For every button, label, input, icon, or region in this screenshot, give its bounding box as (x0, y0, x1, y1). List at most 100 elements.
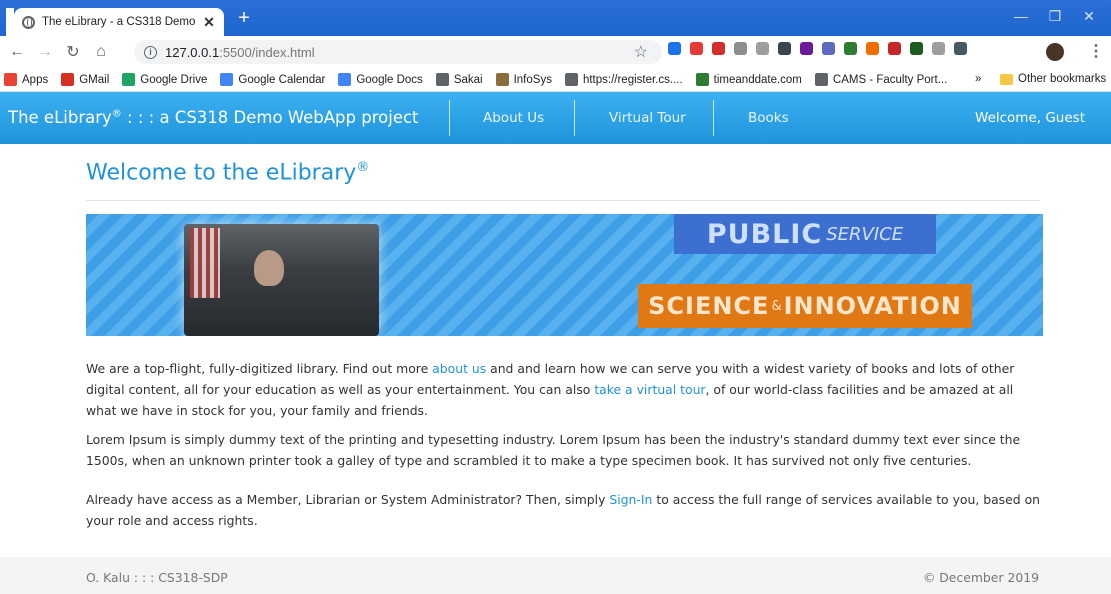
bookmark-item[interactable]: https://register.cs.... (564, 73, 683, 86)
nav-virtual-tour[interactable]: Virtual Tour (609, 110, 686, 126)
title-divider (86, 200, 1040, 201)
url-path: :5500/index.html (219, 44, 315, 60)
calendar-icon (220, 73, 234, 86)
hero-banner: PUBLIC SERVICE SCIENCE & INNOVATION (86, 214, 1043, 336)
extension-icon[interactable] (800, 42, 813, 55)
bookmark-label: InfoSys (513, 73, 552, 86)
extension-icon[interactable] (954, 42, 967, 55)
globe-icon (564, 73, 578, 86)
ampersand-text: & (771, 298, 782, 314)
registered-mark: ® (356, 160, 370, 175)
drive-icon (122, 73, 136, 86)
browser-toolbar: ← → ↻ ⌂ i 127.0.0.1 :5500/index.html ☆ ⋮ (0, 36, 1111, 68)
tab-edge (6, 8, 14, 36)
extension-icon[interactable] (910, 42, 923, 55)
new-tab-button[interactable]: + (234, 8, 254, 28)
browser-titlebar: The eLibrary - a CS318 Demo We ✕ + — ❐ ✕ (0, 0, 1111, 36)
extension-icon[interactable] (668, 42, 681, 55)
bookmark-item[interactable]: Google Docs (338, 73, 423, 86)
lorem-paragraph: Lorem Ipsum is simply dummy text of the … (86, 432, 1021, 468)
extension-icon[interactable] (712, 42, 725, 55)
apps-grid-icon (4, 73, 17, 86)
brand-name: The eLibrary (8, 108, 112, 127)
bookmark-label: Apps (22, 73, 49, 86)
bookmarks-overflow-button[interactable]: » (975, 73, 981, 85)
virtual-tour-link[interactable]: take a virtual tour (594, 382, 705, 397)
bookmarks-bar: Apps GMail Google Drive Google Calendar Goog… (0, 68, 1111, 92)
minimize-button[interactable]: — (1012, 8, 1030, 24)
bookmark-label: timeanddate.com (713, 73, 802, 86)
about-us-link[interactable]: about us (432, 361, 486, 376)
nav-divider (713, 100, 714, 136)
globe-icon (814, 73, 828, 86)
address-bar[interactable]: i 127.0.0.1 :5500/index.html ☆ (134, 40, 662, 64)
bookmark-label: Google Drive (140, 73, 208, 86)
bookmark-item[interactable]: InfoSys (495, 73, 552, 86)
bookmark-item[interactable]: GMail (61, 73, 109, 86)
info-icon[interactable]: i (144, 45, 157, 59)
close-tab-icon[interactable]: ✕ (202, 14, 216, 31)
timeanddate-icon (695, 73, 709, 86)
forward-arrow-icon[interactable]: → (34, 43, 56, 61)
bookmark-item[interactable]: Sakai (435, 73, 483, 86)
public-service-label: PUBLIC SERVICE (674, 214, 936, 254)
extension-icon[interactable] (778, 42, 791, 55)
extension-icon[interactable] (822, 42, 835, 55)
restore-button[interactable]: ❐ (1046, 8, 1064, 25)
back-arrow-icon[interactable]: ← (6, 43, 28, 61)
innovation-text: INNOVATION (783, 292, 962, 320)
nav-divider (449, 100, 450, 136)
bookmark-item[interactable]: Apps (4, 73, 48, 86)
brand-link[interactable]: The eLibrary® : : : a CS318 Demo WebApp … (8, 108, 419, 127)
extension-icon[interactable] (888, 42, 901, 55)
brand-suffix: : : : a CS318 Demo WebApp project (121, 108, 419, 127)
infosys-icon (495, 73, 509, 86)
nav-about-us[interactable]: About Us (483, 110, 544, 126)
docs-icon (338, 73, 352, 86)
nav-books[interactable]: Books (748, 110, 789, 126)
extension-icon[interactable] (932, 42, 945, 55)
flag-image (190, 228, 220, 298)
signin-paragraph: Already have access as a Member, Librari… (86, 489, 1040, 531)
folder-icon (1000, 73, 1013, 85)
bookmark-item[interactable]: Google Drive (122, 73, 207, 86)
extension-icon[interactable] (866, 42, 879, 55)
intro-text: We are a top-flight, fully-digitized lib… (86, 361, 433, 376)
gmail-icon (61, 73, 75, 86)
bookmark-item[interactable]: timeanddate.com (695, 73, 802, 86)
bookmark-label: CAMS - Faculty Port... (832, 73, 948, 86)
site-navbar: The eLibrary® : : : a CS318 Demo WebApp … (0, 92, 1111, 144)
extension-icon[interactable] (734, 42, 747, 55)
home-icon[interactable]: ⌂ (90, 43, 112, 61)
profile-avatar[interactable] (1046, 43, 1064, 61)
extensions-row (668, 42, 967, 55)
url-host: 127.0.0.1 (165, 44, 220, 60)
sign-in-link[interactable]: Sign-In (609, 492, 652, 507)
bookmark-star-icon[interactable]: ☆ (634, 42, 648, 62)
welcome-user[interactable]: Welcome, Guest (975, 110, 1085, 126)
signin-text: Already have access as a Member, Librari… (86, 492, 610, 507)
public-text: PUBLIC (706, 218, 823, 250)
bookmark-item[interactable]: Google Calendar (220, 73, 325, 86)
globe-icon (435, 73, 449, 86)
extension-icon[interactable] (844, 42, 857, 55)
reload-icon[interactable]: ↻ (62, 42, 84, 62)
registered-mark: ® (111, 108, 122, 120)
intro-paragraph: We are a top-flight, fully-digitized lib… (86, 358, 1040, 421)
browser-tab[interactable]: The eLibrary - a CS318 Demo We ✕ (14, 8, 224, 36)
science-innovation-label: SCIENCE & INNOVATION (638, 284, 972, 328)
browser-menu-icon[interactable]: ⋮ (1088, 41, 1104, 61)
bookmark-item[interactable]: CAMS - Faculty Port... (814, 73, 948, 86)
tab-title: The eLibrary - a CS318 Demo We (42, 16, 195, 28)
extension-icon[interactable] (690, 42, 703, 55)
bookmark-label: GMail (79, 73, 110, 86)
close-window-button[interactable]: ✕ (1080, 8, 1098, 25)
other-bookmarks[interactable]: Other bookmarks (1000, 73, 1106, 85)
bookmark-label: Google Docs (356, 73, 423, 86)
extension-icon[interactable] (756, 42, 769, 55)
bookmark-label: https://register.cs.... (582, 73, 683, 86)
nav-divider (574, 100, 575, 136)
page-title-text: Welcome to the eLibrary (86, 160, 357, 186)
service-text: SERVICE (826, 223, 904, 245)
bookmark-label: Sakai (453, 73, 483, 86)
